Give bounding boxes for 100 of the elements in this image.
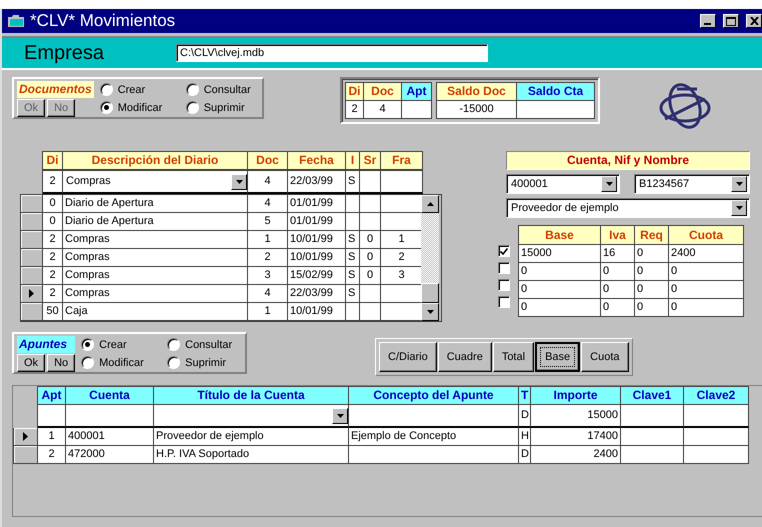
- toolbar-button[interactable]: Cuadre: [438, 342, 492, 372]
- table-cell: D: [519, 405, 531, 428]
- column-header: Clave1: [621, 387, 684, 405]
- row-selector[interactable]: [21, 195, 43, 213]
- table-cell: 22/03/99: [288, 171, 346, 194]
- dropdown-button[interactable]: [231, 174, 247, 190]
- row-selector[interactable]: [21, 249, 43, 267]
- table-cell: 2400: [669, 245, 744, 263]
- minimize-button[interactable]: [700, 14, 716, 28]
- scrollbar[interactable]: [421, 195, 439, 321]
- account-combo[interactable]: 400001: [506, 174, 620, 194]
- maximize-button[interactable]: [723, 14, 739, 28]
- table-cell: 15/02/99: [288, 267, 346, 285]
- table-cell: 0: [519, 263, 601, 281]
- radio-button[interactable]: [167, 338, 180, 351]
- table-cell: 2: [381, 249, 423, 267]
- close-button[interactable]: [746, 14, 762, 28]
- radio-button[interactable]: [100, 101, 113, 114]
- cancel-button[interactable]: No: [47, 354, 76, 372]
- radio-label: Modificar: [118, 102, 162, 114]
- company-field[interactable]: C:\CLV\clvej.mdb: [176, 44, 488, 62]
- table-cell: Ejemplo de Concepto: [349, 428, 519, 446]
- table-cell: H.P. IVA Soportado: [154, 446, 349, 464]
- table-cell: 1: [248, 231, 288, 249]
- row-selector[interactable]: [14, 446, 38, 464]
- row-selector[interactable]: [21, 285, 43, 303]
- checkbox[interactable]: [498, 262, 510, 274]
- panel-title: Cuenta, Nif y Nombre: [506, 151, 750, 170]
- dropdown-button[interactable]: [731, 176, 747, 192]
- combo-box[interactable]: Compras: [63, 171, 248, 194]
- checkbox[interactable]: [498, 279, 510, 291]
- dropdown-button[interactable]: [332, 408, 348, 424]
- radio-label: Suprimir: [185, 356, 226, 368]
- radio-button[interactable]: [81, 338, 94, 351]
- nif-combo[interactable]: B1234567: [634, 174, 750, 194]
- radio-label: Consultar: [185, 338, 232, 350]
- table-cell: 17400: [531, 428, 621, 446]
- table-cell: Proveedor de ejemplo: [154, 428, 349, 446]
- table-cell: 2400: [531, 446, 621, 464]
- column-header: Importe: [531, 387, 621, 405]
- table-cell: 0: [635, 281, 669, 299]
- table-cell: 22/03/99: [288, 285, 346, 303]
- column-header: Fra: [381, 152, 423, 170]
- row-selector[interactable]: [21, 231, 43, 249]
- table-cell: 2: [43, 267, 63, 285]
- scroll-up-button[interactable]: [421, 195, 439, 213]
- row-selector[interactable]: [14, 428, 38, 446]
- table-cell: 4: [364, 101, 402, 119]
- table-cell: [402, 101, 432, 119]
- table-cell: Compras: [63, 231, 248, 249]
- row-selector[interactable]: [21, 267, 43, 285]
- toolbar-button[interactable]: Base: [535, 342, 580, 372]
- table-cell: 4: [248, 171, 288, 194]
- table-cell: 0: [360, 249, 381, 267]
- table-cell: 4: [248, 195, 288, 213]
- scroll-thumb[interactable]: [421, 283, 439, 303]
- table-cell: D: [519, 446, 531, 464]
- table-cell: Caja: [63, 303, 248, 321]
- table-cell: 1: [381, 231, 423, 249]
- scroll-down-button[interactable]: [421, 303, 439, 321]
- table-cell: 15000: [519, 245, 601, 263]
- table-cell: 0: [601, 299, 635, 317]
- row-selector[interactable]: [21, 303, 43, 321]
- radio-label: Consultar: [204, 84, 251, 96]
- table-cell: 0: [635, 263, 669, 281]
- company-label: Empresa: [24, 42, 106, 64]
- column-header: Cuota: [669, 226, 744, 245]
- panel-title: Documentos: [17, 81, 94, 98]
- toolbar-button[interactable]: C/Diario: [379, 342, 437, 372]
- radio-button[interactable]: [81, 356, 94, 369]
- checkbox[interactable]: [498, 245, 510, 257]
- radio-button[interactable]: [186, 83, 199, 96]
- radio-button[interactable]: [167, 356, 180, 369]
- row-selector[interactable]: [21, 213, 43, 231]
- toolbar-button[interactable]: Cuota: [581, 342, 628, 372]
- column-header: Iva: [601, 226, 635, 245]
- name-combo[interactable]: Proveedor de ejemplo: [506, 198, 750, 218]
- radio-button[interactable]: [186, 101, 199, 114]
- table-cell: 3: [248, 267, 288, 285]
- caret-icon: [336, 414, 344, 418]
- checkbox[interactable]: [498, 296, 510, 308]
- column-header: Fecha: [288, 152, 346, 170]
- toolbar-button[interactable]: Total: [492, 342, 534, 372]
- table-cell: 0: [519, 281, 601, 299]
- radio-button[interactable]: [100, 83, 113, 96]
- table-cell: 2: [43, 231, 63, 249]
- dropdown-button[interactable]: [601, 176, 617, 192]
- table-cell: 0: [669, 263, 744, 281]
- column-header: Clave2: [684, 387, 749, 405]
- column-header: Concepto del Apunte: [349, 387, 519, 405]
- table-cell: 0: [43, 213, 63, 231]
- table-cell: Diario de Apertura: [63, 213, 248, 231]
- table-cell: [381, 285, 423, 303]
- column-header: T: [519, 387, 531, 405]
- table-cell: H: [519, 428, 531, 446]
- ok-button[interactable]: Ok: [17, 354, 46, 372]
- combo-box[interactable]: [154, 405, 349, 428]
- window-icon: [8, 15, 24, 27]
- dropdown-button[interactable]: [731, 200, 747, 216]
- table-cell: Compras: [63, 285, 248, 303]
